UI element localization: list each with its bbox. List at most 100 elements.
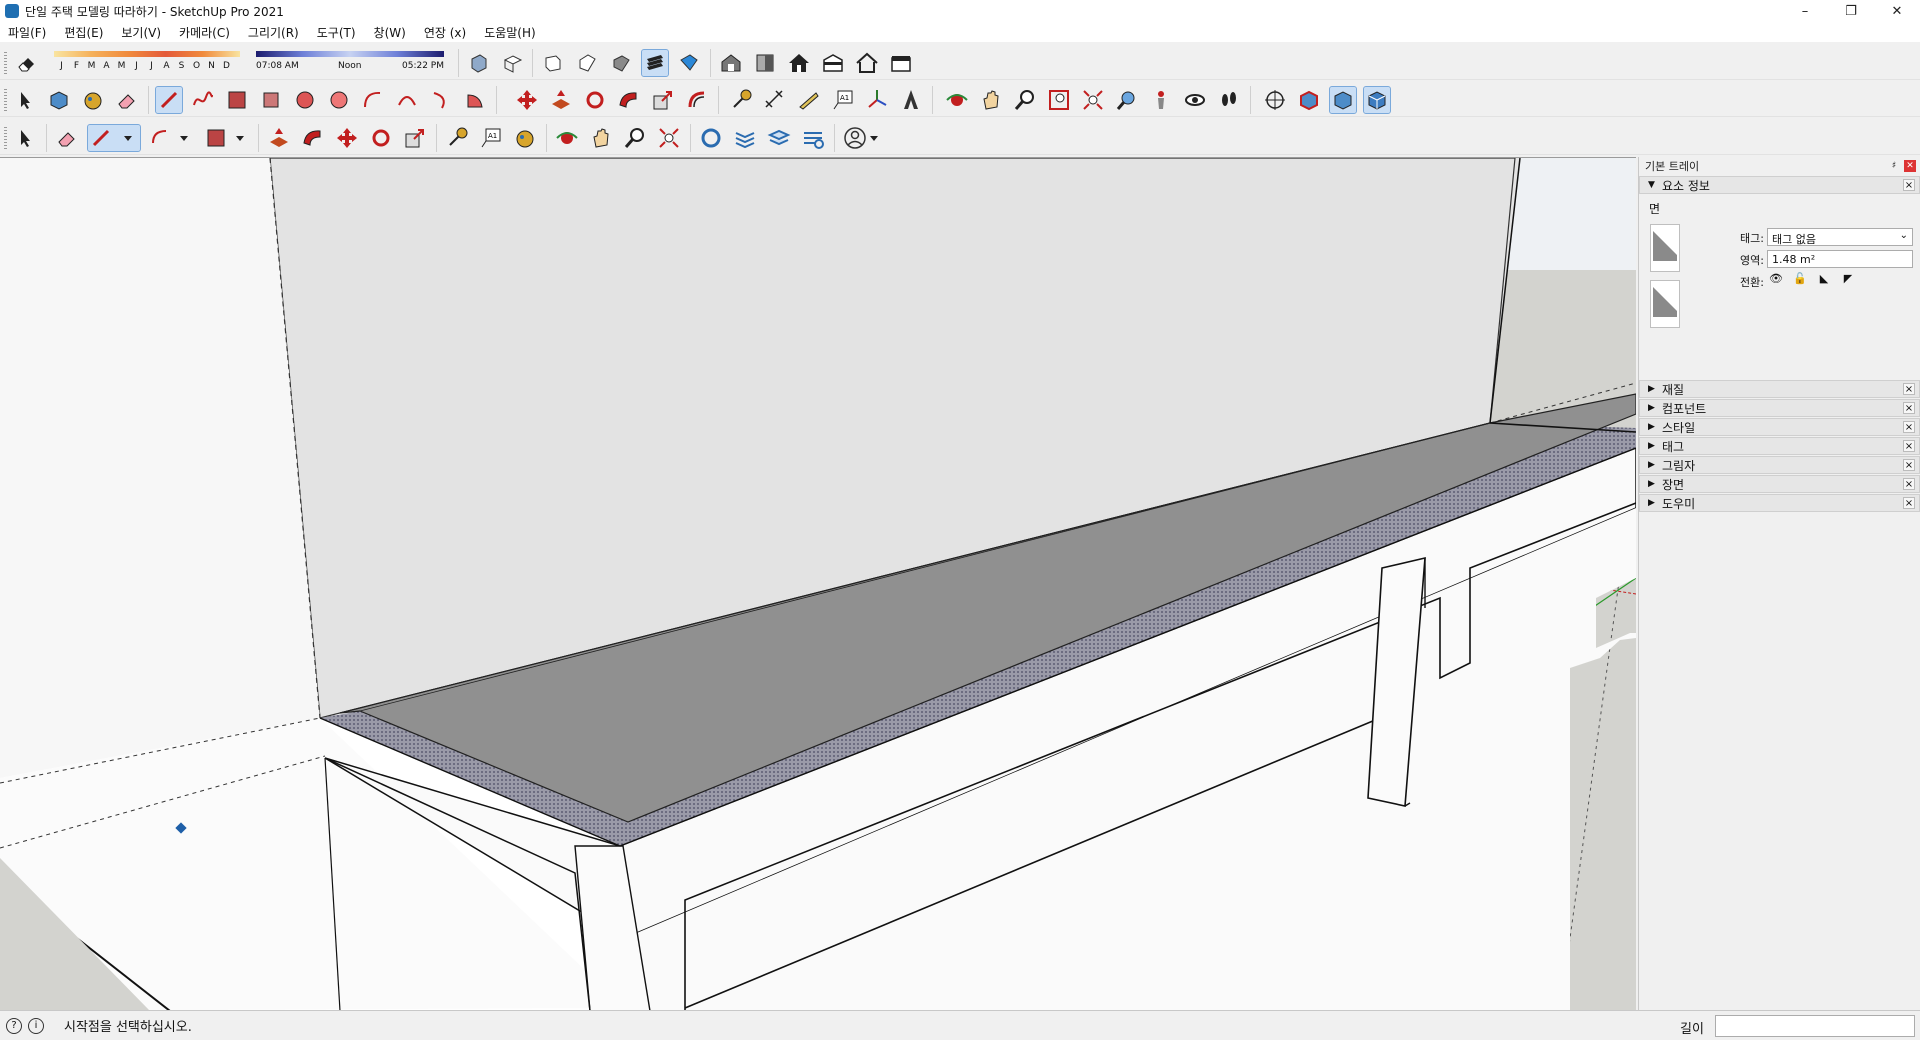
two-point-arc-icon[interactable] (394, 87, 420, 113)
iso-view-icon[interactable] (466, 50, 492, 76)
rotated-rectangle-icon[interactable] (258, 87, 284, 113)
select-icon[interactable] (12, 87, 38, 113)
toolbar-grip[interactable] (4, 52, 7, 74)
user-account-icon[interactable] (842, 125, 892, 151)
minimize-button[interactable]: – (1782, 0, 1828, 22)
panel-shadows[interactable]: ▶ 그림자 × (1639, 456, 1920, 474)
menu-view[interactable]: 보기(V) (119, 23, 163, 42)
tags-icon[interactable] (766, 125, 792, 151)
model-viewport[interactable] (0, 157, 1636, 1010)
panel-close-icon[interactable]: × (1903, 440, 1915, 452)
close-button[interactable]: ✕ (1874, 0, 1920, 22)
panel-components[interactable]: ▶ 컴포넌트 × (1639, 399, 1920, 417)
panel-close-icon[interactable]: × (1903, 459, 1915, 471)
panel-materials[interactable]: ▶ 재질 × (1639, 380, 1920, 398)
rectangle-icon[interactable] (224, 87, 250, 113)
xray-icon[interactable] (1329, 86, 1357, 114)
left-view-icon[interactable] (641, 49, 669, 77)
eraser-icon[interactable] (54, 125, 80, 151)
move-icon[interactable] (334, 125, 360, 151)
freehand-icon[interactable] (190, 87, 216, 113)
protractor-icon[interactable] (796, 87, 822, 113)
receive-shadow-icon[interactable]: ◤ (1839, 272, 1857, 288)
menu-window[interactable]: 창(W) (372, 23, 408, 42)
text-icon[interactable]: A1 (478, 125, 504, 151)
panel-close-icon[interactable]: × (1903, 478, 1915, 490)
layers-icon[interactable] (732, 125, 758, 151)
tray-close-icon[interactable]: ✕ (1904, 160, 1916, 172)
tape-measure-icon[interactable] (728, 87, 754, 113)
look-around-icon[interactable] (1182, 87, 1208, 113)
pencil-icon[interactable] (87, 124, 141, 152)
section-fill-icon[interactable] (1296, 87, 1322, 113)
zoom-extents-icon[interactable] (1080, 87, 1106, 113)
position-camera-icon[interactable] (1148, 87, 1174, 113)
arc-icon[interactable] (360, 87, 386, 113)
menu-help[interactable]: 도움말(H) (482, 23, 538, 42)
section-plane-icon[interactable] (1262, 87, 1288, 113)
component-icon[interactable] (46, 87, 72, 113)
store-icon[interactable] (888, 50, 914, 76)
menu-tools[interactable]: 도구(T) (315, 23, 358, 42)
menu-file[interactable]: 파일(F) (6, 23, 48, 42)
axes-icon[interactable] (864, 87, 890, 113)
polygon-icon[interactable] (326, 87, 352, 113)
panel-close-icon[interactable]: × (1903, 179, 1915, 191)
rotate-icon[interactable] (582, 87, 608, 113)
front-view-icon[interactable] (540, 50, 566, 76)
dimension-icon[interactable] (762, 87, 788, 113)
home-outline-icon[interactable] (854, 50, 880, 76)
back-material-swatch[interactable] (1650, 280, 1680, 328)
walk-icon[interactable] (1216, 87, 1242, 113)
zoom-extents-icon[interactable] (656, 125, 682, 151)
panel-close-icon[interactable]: × (1903, 497, 1915, 509)
three-point-arc-icon[interactable] (428, 87, 454, 113)
pin-icon[interactable]: ♯ (1888, 160, 1900, 172)
shadow-settings-widget[interactable]: JF MA MJ JA SO ND 07:08 AM Noon 05:22 PM (50, 47, 450, 77)
menu-extensions[interactable]: 연장 (x) (422, 23, 468, 42)
paint-bucket-icon[interactable] (80, 87, 106, 113)
right-view-icon[interactable] (574, 50, 600, 76)
text-icon[interactable]: A1 (830, 87, 856, 113)
menu-camera[interactable]: 카메라(C) (177, 23, 232, 42)
push-pull-icon[interactable] (548, 87, 574, 113)
tag-dropdown[interactable]: 태그 없음 ⌄ (1767, 228, 1913, 246)
time-slider[interactable] (256, 51, 444, 57)
pie-icon[interactable] (462, 87, 488, 113)
lock-icon[interactable]: 🔓 (1791, 272, 1809, 288)
model-canvas[interactable] (0, 158, 1636, 1010)
outer-shell-icon[interactable] (698, 125, 724, 151)
date-slider[interactable] (54, 51, 240, 57)
pan-icon[interactable] (588, 125, 614, 151)
scale-icon[interactable] (650, 87, 676, 113)
panel-tags[interactable]: ▶ 태그 × (1639, 437, 1920, 455)
orbit-icon[interactable] (944, 87, 970, 113)
panel-close-icon[interactable]: × (1903, 402, 1915, 414)
tape-measure-icon[interactable] (444, 125, 470, 151)
eraser-icon[interactable] (14, 50, 40, 76)
front-material-swatch[interactable] (1650, 224, 1680, 272)
rotate-icon[interactable] (368, 125, 394, 151)
shaded-icon[interactable] (1363, 86, 1391, 114)
line-icon[interactable] (155, 86, 183, 114)
eraser-icon[interactable] (114, 87, 140, 113)
zoom-icon[interactable] (622, 125, 648, 151)
paint-bucket-icon[interactable] (512, 125, 538, 151)
panel-instructor[interactable]: ▶ 도우미 × (1639, 494, 1920, 512)
select-icon[interactable] (12, 125, 38, 151)
restore-button[interactable]: ❐ (1828, 0, 1874, 22)
geo-location-icon[interactable]: ? (6, 1017, 22, 1034)
measurements-input[interactable] (1715, 1015, 1915, 1037)
panel-styles[interactable]: ▶ 스타일 × (1639, 418, 1920, 436)
scale-icon[interactable] (402, 125, 428, 151)
orbit-icon[interactable] (554, 125, 580, 151)
building-icon[interactable] (820, 50, 846, 76)
zoom-window-icon[interactable] (1046, 87, 1072, 113)
circle-icon[interactable] (292, 87, 318, 113)
pan-icon[interactable] (978, 87, 1004, 113)
back-view-icon[interactable] (608, 50, 634, 76)
info-icon[interactable]: i (28, 1017, 44, 1034)
follow-me-icon[interactable] (300, 125, 326, 151)
previous-view-icon[interactable] (1114, 87, 1140, 113)
top-view-icon[interactable] (500, 50, 526, 76)
